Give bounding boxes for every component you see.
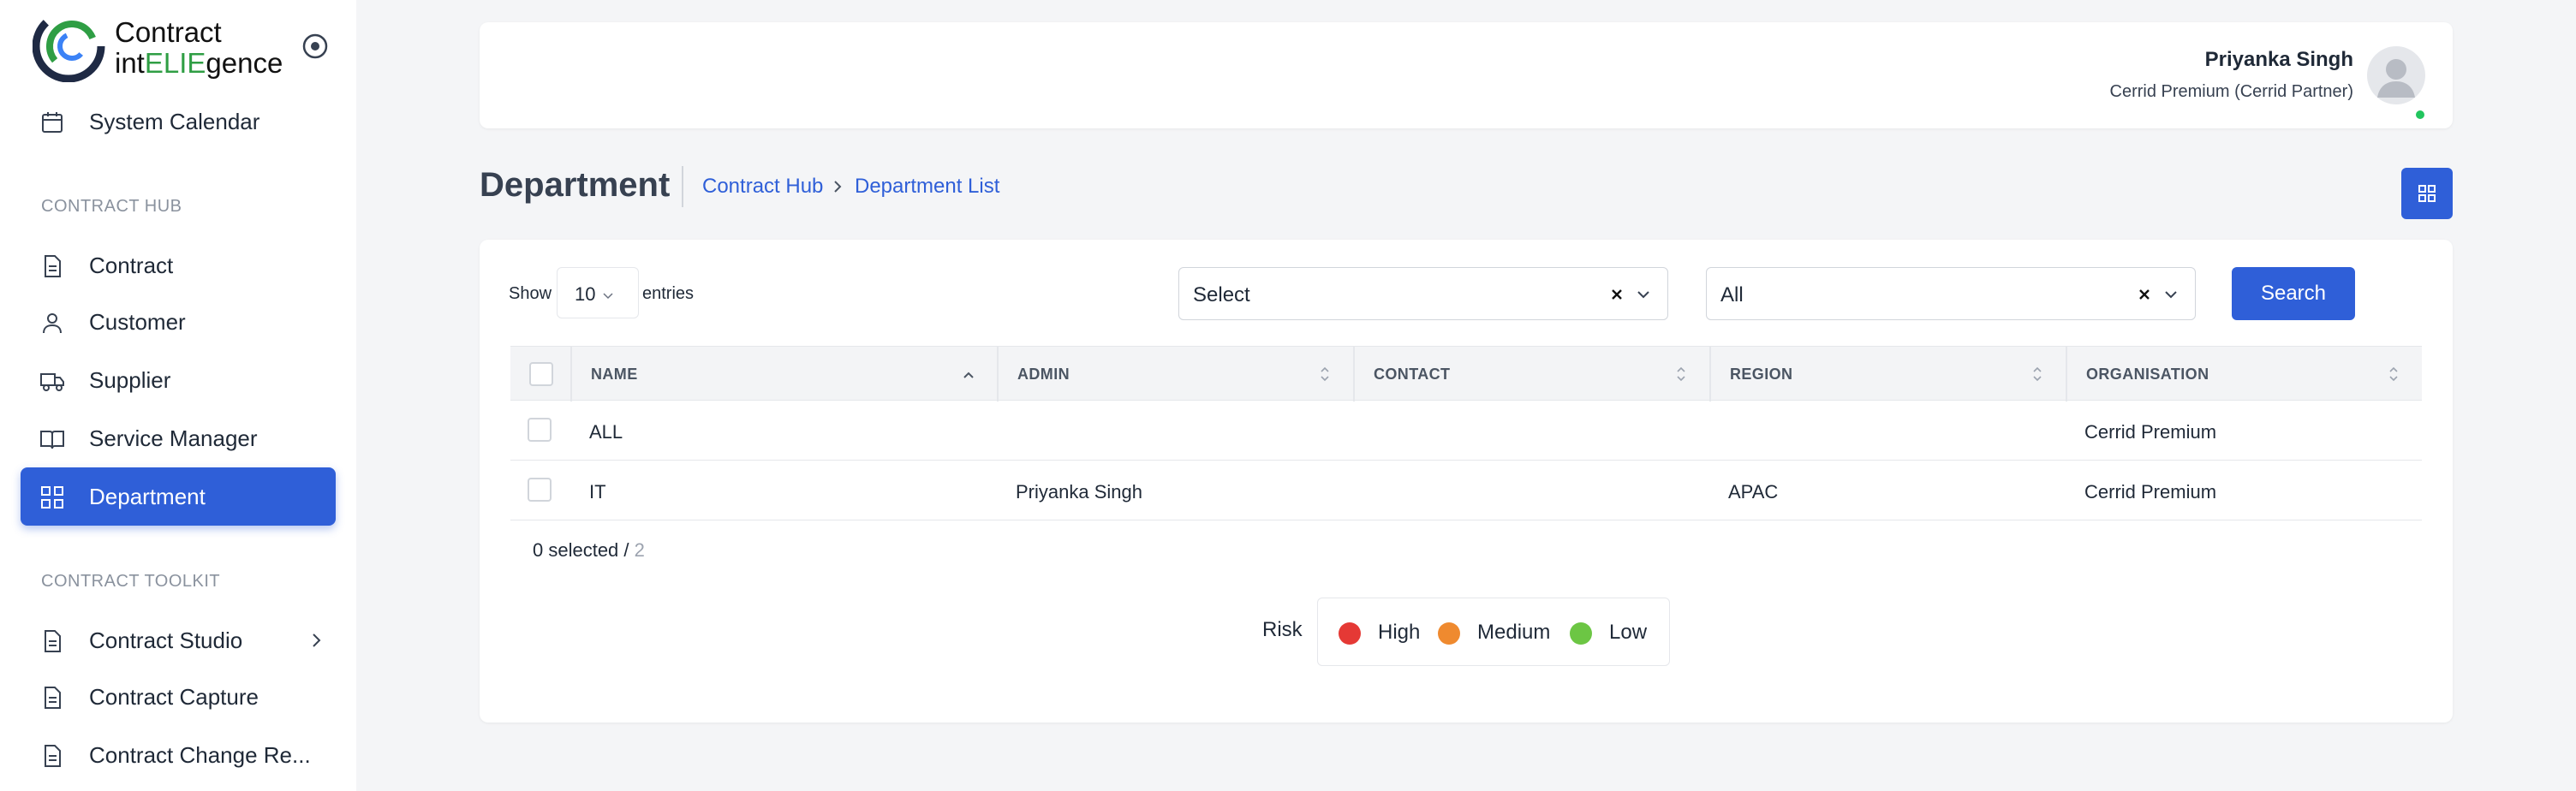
- sort-icon: [2389, 366, 2398, 382]
- sidebar-item-customer[interactable]: Customer: [21, 293, 336, 351]
- row-checkbox[interactable]: [528, 478, 552, 502]
- user-icon: [43, 313, 62, 334]
- logo-line-2: intELIEgence: [115, 47, 283, 79]
- cell-region: APAC: [1728, 481, 1779, 503]
- cell-organisation: Cerrid Premium: [2084, 421, 2217, 443]
- user-name: Priyanka Singh: [2204, 48, 2353, 71]
- row-checkbox[interactable]: [528, 418, 552, 442]
- sort-icon: [2033, 366, 2042, 382]
- table-row[interactable]: ALL Cerrid Premium: [510, 401, 2422, 461]
- entries-value: 10: [575, 283, 596, 305]
- logo-mark-icon: [33, 9, 105, 82]
- chevron-down-icon: [1637, 291, 1649, 299]
- table-header: NAME ADMIN CONTACT REGION ORGANISATION: [510, 346, 2422, 401]
- sidebar-item-label: Supplier: [89, 366, 171, 393]
- truck-icon: [40, 373, 64, 391]
- filter-select-1[interactable]: Select: [1178, 267, 1668, 320]
- chevron-down-icon: [2165, 291, 2177, 299]
- filter-select-2[interactable]: All: [1706, 267, 2196, 320]
- risk-medium-label: Medium: [1477, 621, 1551, 644]
- section-title-contract-toolkit: CONTRACT TOOLKIT: [41, 572, 221, 591]
- chevron-down-icon: [603, 293, 613, 300]
- sidebar: Contract intELIEgence System Calendar CO…: [0, 0, 356, 791]
- clear-icon[interactable]: [2137, 287, 2152, 302]
- sidebar-item-service-manager[interactable]: Service Manager: [21, 409, 336, 467]
- risk-label: Risk: [1262, 618, 1303, 641]
- logo[interactable]: Contract intELIEgence: [33, 7, 283, 84]
- total-count: 2: [634, 539, 645, 561]
- sidebar-item-department[interactable]: Department: [21, 467, 336, 526]
- clear-icon[interactable]: [1609, 287, 1625, 302]
- sidebar-item-label: Customer: [89, 308, 186, 335]
- sidebar-item-contract-change-request[interactable]: Contract Change Re...: [21, 726, 336, 784]
- document-icon: [45, 255, 61, 277]
- sidebar-item-label: Contract: [89, 252, 174, 278]
- risk-legend: High Medium Low: [1317, 598, 1670, 666]
- column-header-region[interactable]: REGION: [1709, 347, 2066, 401]
- calendar-icon: [42, 112, 63, 133]
- filter-select-2-value: All: [1720, 283, 1744, 306]
- column-header-admin[interactable]: ADMIN: [997, 347, 1353, 401]
- page-title: Department: [480, 166, 671, 204]
- document-icon: [45, 687, 61, 709]
- column-header-name[interactable]: NAME: [570, 347, 997, 401]
- cell-name: IT: [589, 481, 606, 503]
- sidebar-item-contract-capture[interactable]: Contract Capture: [21, 668, 336, 726]
- department-list-card: Show 10 entries Select All Search NAME A…: [480, 240, 2453, 723]
- section-title-contract-hub: CONTRACT HUB: [41, 197, 182, 216]
- avatar[interactable]: [2367, 46, 2425, 104]
- sidebar-item-label: Contract Capture: [89, 683, 259, 710]
- view-toggle-button[interactable]: [2401, 168, 2453, 219]
- select-all-checkbox[interactable]: [529, 362, 553, 386]
- entries-per-page-select[interactable]: 10: [557, 267, 639, 318]
- document-icon: [45, 630, 61, 652]
- grid-icon: [2418, 185, 2436, 202]
- show-label: Show: [509, 284, 552, 303]
- risk-medium-dot: [1438, 622, 1460, 645]
- sidebar-item-contract-studio[interactable]: Contract Studio: [21, 611, 336, 669]
- sort-ascending-icon: [963, 372, 974, 378]
- user-organisation: Cerrid Premium (Cerrid Partner): [2109, 82, 2354, 101]
- search-button[interactable]: Search: [2232, 267, 2355, 320]
- book-icon: [40, 431, 64, 449]
- sidebar-item-label: Contract Change Re...: [89, 741, 311, 768]
- sidebar-item-supplier[interactable]: Supplier: [21, 351, 336, 409]
- sidebar-item-system-calendar[interactable]: System Calendar: [21, 92, 336, 151]
- cell-admin: Priyanka Singh: [1016, 481, 1142, 503]
- logo-text: Contract intELIEgence: [115, 17, 283, 79]
- column-header-organisation[interactable]: ORGANISATION: [2066, 347, 2422, 401]
- cell-name: ALL: [589, 421, 623, 443]
- sidebar-item-label: Contract Studio: [89, 627, 243, 653]
- breadcrumb-contract-hub[interactable]: Contract Hub: [702, 175, 823, 199]
- filter-select-1-value: Select: [1193, 283, 1250, 306]
- sort-icon: [1677, 366, 1685, 382]
- sidebar-item-label: Service Manager: [89, 425, 258, 451]
- top-header: Priyanka Singh Cerrid Premium (Cerrid Pa…: [480, 22, 2453, 128]
- grid-icon: [41, 486, 63, 508]
- logo-line-1: Contract: [115, 16, 222, 48]
- sidebar-item-label: Department: [89, 483, 206, 509]
- cell-organisation: Cerrid Premium: [2084, 481, 2217, 503]
- risk-high-label: High: [1378, 621, 1421, 644]
- risk-high-dot: [1339, 622, 1361, 645]
- online-status-dot: [2413, 108, 2427, 122]
- entries-label: entries: [642, 284, 695, 303]
- title-divider: [682, 166, 683, 207]
- risk-low-label: Low: [1609, 621, 1648, 644]
- sort-icon: [1321, 366, 1329, 382]
- table-row[interactable]: IT Priyanka Singh APAC Cerrid Premium: [510, 461, 2422, 520]
- selection-count: 0 selected / 2: [533, 539, 645, 561]
- chevron-right-icon: [313, 633, 321, 647]
- document-icon: [45, 745, 61, 767]
- user-avatar-icon: [2377, 59, 2415, 98]
- risk-low-dot: [1570, 622, 1592, 645]
- sidebar-item-label: System Calendar: [89, 108, 260, 134]
- breadcrumb-chevron-icon: [834, 181, 842, 193]
- breadcrumb-department-list[interactable]: Department List: [855, 175, 999, 199]
- sidebar-item-contract[interactable]: Contract: [21, 236, 336, 294]
- settings-target-icon[interactable]: [301, 33, 329, 60]
- column-header-contact[interactable]: CONTACT: [1353, 347, 1709, 401]
